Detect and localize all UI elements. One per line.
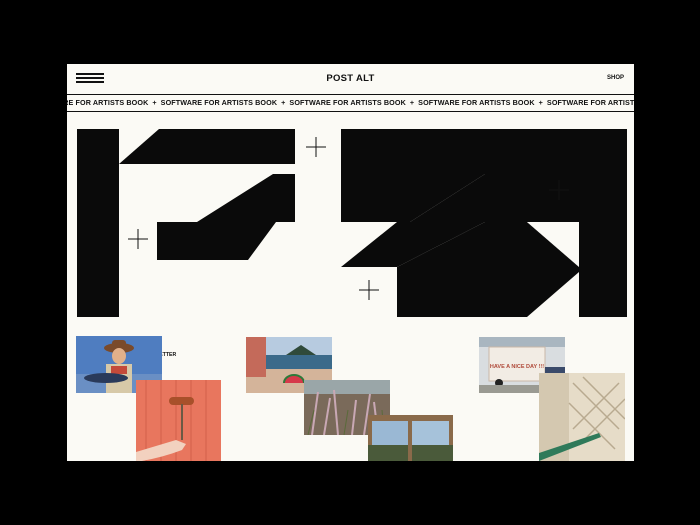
ticker-separator: + [538, 98, 543, 107]
ticker-item: SOFTWARE FOR ARTISTS BOOK [160, 98, 278, 107]
page: POST ALT SHOP TWARE FOR ARTISTS BOOK+SOF… [67, 64, 634, 461]
ticker-track: TWARE FOR ARTISTS BOOK+SOFTWARE FOR ARTI… [67, 98, 634, 107]
photo-hotdog[interactable] [136, 380, 221, 461]
ticker-item: SOFTWARE FOR ARTISTS BOOK [546, 98, 634, 107]
plus-icon [128, 229, 148, 249]
plus-icon [359, 280, 379, 300]
photo-shadow-wall[interactable] [539, 373, 625, 461]
ticker-separator: + [281, 98, 286, 107]
ticker-item: SOFTWARE FOR ARTISTS BOOK [418, 98, 535, 107]
site-header: POST ALT SHOP [67, 64, 634, 95]
truck-sign-text: HAVE A NICE DAY !!! [490, 364, 544, 370]
ticker-separator: + [152, 98, 157, 107]
plus-icon [549, 180, 569, 200]
abstract-shape-graphic [77, 129, 627, 317]
ticker-item: SOFTWARE FOR ARTISTS BOOK [289, 98, 406, 107]
ticker-separator: + [409, 98, 415, 107]
brand-logo[interactable]: POST ALT [67, 73, 634, 84]
shop-link[interactable]: SHOP [607, 75, 624, 81]
hero-graphic: #001 BUILDING BETTER REALITIES [67, 112, 634, 363]
ticker-item: TWARE FOR ARTISTS BOOK [67, 98, 149, 107]
photo-window-view[interactable] [368, 415, 453, 461]
marquee-ticker: TWARE FOR ARTISTS BOOK+SOFTWARE FOR ARTI… [67, 95, 634, 112]
plus-icon [306, 137, 326, 157]
